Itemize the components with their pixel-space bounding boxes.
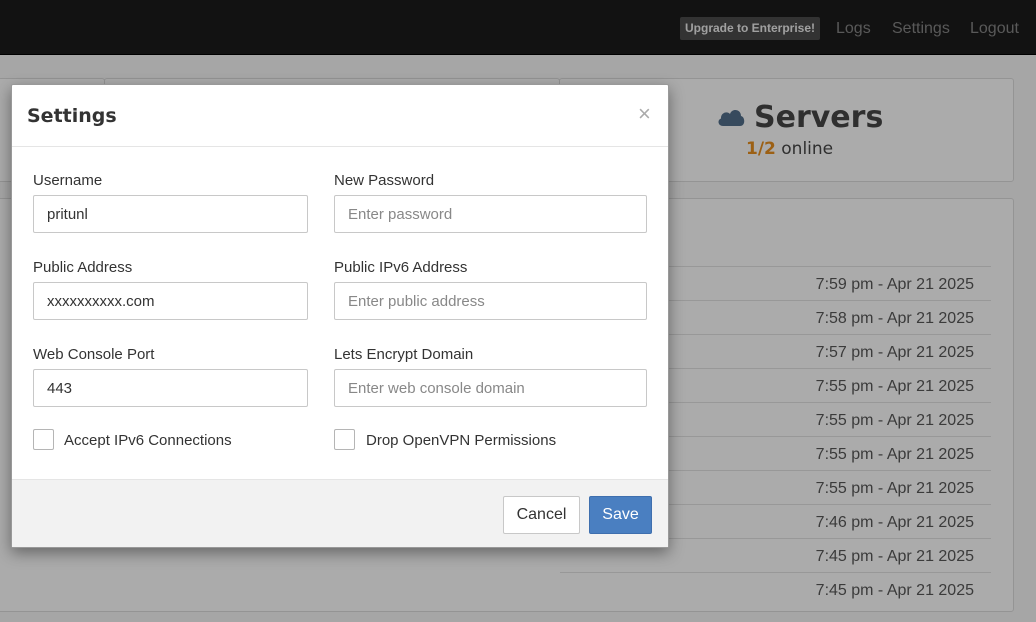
public-address-label: Public Address — [33, 259, 133, 276]
username-label: Username — [33, 172, 103, 189]
accept-ipv6-label[interactable]: Accept IPv6 Connections — [64, 432, 232, 449]
modal-footer: Cancel Save — [12, 479, 668, 547]
accept-ipv6-checkbox[interactable] — [33, 429, 54, 450]
web-console-port-input[interactable] — [33, 369, 308, 407]
modal-title: Settings — [27, 105, 117, 127]
lets-encrypt-domain-input[interactable] — [334, 369, 647, 407]
modal-header: Settings × — [12, 85, 668, 147]
username-input[interactable] — [33, 195, 308, 233]
save-button[interactable]: Save — [589, 496, 652, 534]
close-icon[interactable]: × — [638, 101, 651, 127]
public-ipv6-input[interactable] — [334, 282, 647, 320]
new-password-input[interactable] — [334, 195, 647, 233]
settings-modal: Settings × Username Public Address Web C… — [11, 84, 669, 548]
drop-openvpn-label[interactable]: Drop OpenVPN Permissions — [366, 432, 556, 449]
lets-encrypt-label: Lets Encrypt Domain — [334, 346, 474, 363]
new-password-label: New Password — [334, 172, 435, 189]
cancel-button[interactable]: Cancel — [503, 496, 580, 534]
drop-openvpn-checkbox[interactable] — [334, 429, 355, 450]
public-ipv6-label: Public IPv6 Address — [334, 259, 468, 276]
public-address-input[interactable] — [33, 282, 308, 320]
web-console-port-label: Web Console Port — [33, 346, 155, 363]
